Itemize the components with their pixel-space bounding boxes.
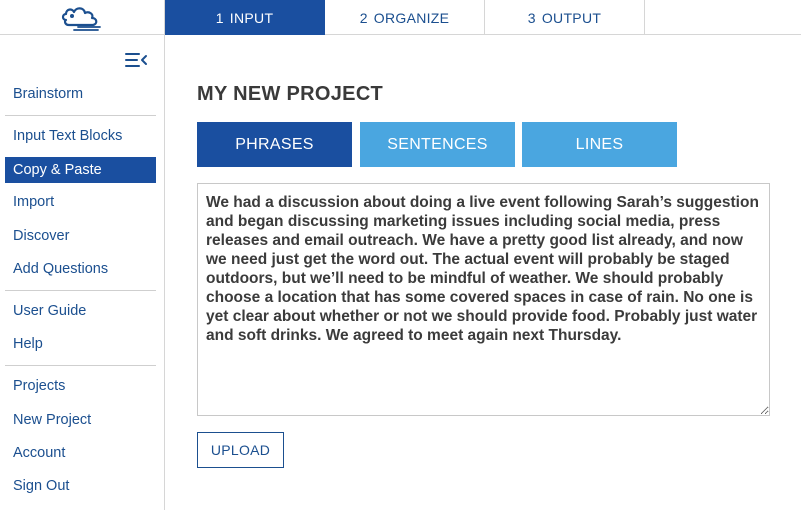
sidebar-item-new-project[interactable]: New Project [5,407,156,433]
sidebar-divider [5,115,156,116]
sidebar-divider [5,290,156,291]
tab-label: ORGANIZE [373,9,450,26]
top-bar: 1 INPUT 2 ORGANIZE 3 OUTPUT [0,0,801,35]
sidebar: Brainstorm Input Text Blocks Copy & Past… [0,35,165,510]
tab-number: 2 [359,9,368,26]
sidebar-item-copy-paste[interactable]: Copy & Paste [5,157,156,183]
sidebar-item-brainstorm[interactable]: Brainstorm [5,81,156,107]
app-logo[interactable] [0,0,165,35]
tab-output[interactable]: 3 OUTPUT [485,0,645,35]
phrases-mode-button[interactable]: PHRASES [197,122,352,167]
sidebar-item-discover[interactable]: Discover [5,223,156,249]
sentences-mode-button[interactable]: SENTENCES [360,122,515,167]
collapse-menu-icon[interactable] [124,51,148,69]
sidebar-item-help[interactable]: Help [5,331,156,357]
tab-organize[interactable]: 2 ORGANIZE [325,0,485,35]
sidebar-item-account[interactable]: Account [5,440,156,466]
cloud-logo-icon [61,6,101,31]
tab-number: 1 [215,9,224,26]
sidebar-item-add-questions[interactable]: Add Questions [5,256,156,282]
page-title: MY NEW PROJECT [197,83,384,105]
sidebar-item-input-text-blocks[interactable]: Input Text Blocks [5,123,156,149]
tab-label: INPUT [229,9,274,26]
sidebar-item-sign-out[interactable]: Sign Out [5,473,156,499]
tab-label: OUTPUT [541,9,602,26]
lines-mode-button[interactable]: LINES [522,122,677,167]
sidebar-divider [5,365,156,366]
tab-number: 3 [527,9,536,26]
sidebar-item-user-guide[interactable]: User Guide [5,298,156,324]
paste-text-area[interactable]: We had a discussion about doing a live e… [197,183,770,416]
upload-button[interactable]: UPLOAD [197,432,284,468]
tab-input[interactable]: 1 INPUT [165,0,325,35]
sidebar-item-import[interactable]: Import [5,189,156,215]
sidebar-item-projects[interactable]: Projects [5,373,156,399]
